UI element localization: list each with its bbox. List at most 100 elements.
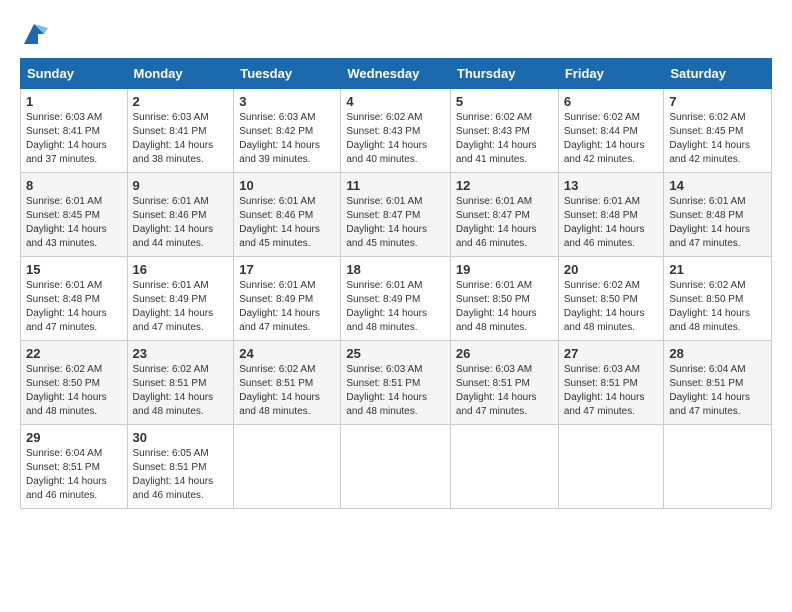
day-info: Sunrise: 6:02 AMSunset: 8:43 PMDaylight:…	[346, 111, 445, 167]
table-row	[234, 425, 341, 509]
day-number: 26	[456, 346, 553, 361]
day-number: 23	[133, 346, 229, 361]
day-info: Sunrise: 6:01 AMSunset: 8:47 PMDaylight:…	[456, 195, 553, 251]
day-info: Sunrise: 6:03 AMSunset: 8:51 PMDaylight:…	[564, 363, 659, 419]
table-row	[341, 425, 451, 509]
table-row: 17 Sunrise: 6:01 AMSunset: 8:49 PMDayligh…	[234, 257, 341, 341]
table-row: 21 Sunrise: 6:02 AMSunset: 8:50 PMDayligh…	[664, 257, 772, 341]
table-row: 28 Sunrise: 6:04 AMSunset: 8:51 PMDayligh…	[664, 341, 772, 425]
calendar-row: 8 Sunrise: 6:01 AMSunset: 8:45 PMDaylight…	[21, 173, 772, 257]
table-row: 10 Sunrise: 6:01 AMSunset: 8:46 PMDayligh…	[234, 173, 341, 257]
day-number: 8	[26, 178, 122, 193]
table-row: 8 Sunrise: 6:01 AMSunset: 8:45 PMDaylight…	[21, 173, 128, 257]
table-row: 23Sunrise: 6:02 AMSunset: 8:51 PMDayligh…	[127, 341, 234, 425]
table-row: 24Sunrise: 6:02 AMSunset: 8:51 PMDayligh…	[234, 341, 341, 425]
day-info: Sunrise: 6:03 AMSunset: 8:42 PMDaylight:…	[239, 111, 335, 167]
table-row: 11 Sunrise: 6:01 AMSunset: 8:47 PMDayligh…	[341, 173, 451, 257]
day-number: 9	[133, 178, 229, 193]
day-info: Sunrise: 6:05 AMSunset: 8:51 PMDaylight:…	[133, 447, 229, 503]
day-info: Sunrise: 6:01 AMSunset: 8:46 PMDaylight:…	[239, 195, 335, 251]
calendar-row: 22Sunrise: 6:02 AMSunset: 8:50 PMDayligh…	[21, 341, 772, 425]
day-info: Sunrise: 6:01 AMSunset: 8:49 PMDaylight:…	[239, 279, 335, 335]
col-friday: Friday	[558, 59, 664, 89]
day-info: Sunrise: 6:02 AMSunset: 8:51 PMDaylight:…	[239, 363, 335, 419]
day-number: 2	[133, 94, 229, 109]
table-row	[558, 425, 664, 509]
col-wednesday: Wednesday	[341, 59, 451, 89]
col-thursday: Thursday	[450, 59, 558, 89]
day-number: 19	[456, 262, 553, 277]
table-row: 26 Sunrise: 6:03 AMSunset: 8:51 PMDayligh…	[450, 341, 558, 425]
day-number: 17	[239, 262, 335, 277]
day-info: Sunrise: 6:01 AMSunset: 8:49 PMDaylight:…	[346, 279, 445, 335]
day-number: 15	[26, 262, 122, 277]
table-row: 3 Sunrise: 6:03 AMSunset: 8:42 PMDaylight…	[234, 89, 341, 173]
calendar-table: Sunday Monday Tuesday Wednesday Thursday…	[20, 58, 772, 509]
day-info: Sunrise: 6:01 AMSunset: 8:50 PMDaylight:…	[456, 279, 553, 335]
table-row: 15 Sunrise: 6:01 AMSunset: 8:48 PMDayligh…	[21, 257, 128, 341]
day-info: Sunrise: 6:02 AMSunset: 8:45 PMDaylight:…	[669, 111, 766, 167]
table-row: 14Sunrise: 6:01 AMSunset: 8:48 PMDayligh…	[664, 173, 772, 257]
day-info: Sunrise: 6:03 AMSunset: 8:41 PMDaylight:…	[133, 111, 229, 167]
day-info: Sunrise: 6:02 AMSunset: 8:50 PMDaylight:…	[669, 279, 766, 335]
day-number: 30	[133, 430, 229, 445]
table-row: 27Sunrise: 6:03 AMSunset: 8:51 PMDayligh…	[558, 341, 664, 425]
table-row: 4 Sunrise: 6:02 AMSunset: 8:43 PMDaylight…	[341, 89, 451, 173]
day-number: 6	[564, 94, 659, 109]
day-info: Sunrise: 6:01 AMSunset: 8:45 PMDaylight:…	[26, 195, 122, 251]
day-info: Sunrise: 6:01 AMSunset: 8:49 PMDaylight:…	[133, 279, 229, 335]
day-info: Sunrise: 6:04 AMSunset: 8:51 PMDaylight:…	[669, 363, 766, 419]
day-info: Sunrise: 6:01 AMSunset: 8:47 PMDaylight:…	[346, 195, 445, 251]
day-info: Sunrise: 6:02 AMSunset: 8:43 PMDaylight:…	[456, 111, 553, 167]
logo-icon	[20, 20, 48, 48]
col-tuesday: Tuesday	[234, 59, 341, 89]
table-row	[664, 425, 772, 509]
table-row	[450, 425, 558, 509]
table-row: 5 Sunrise: 6:02 AMSunset: 8:43 PMDaylight…	[450, 89, 558, 173]
day-number: 20	[564, 262, 659, 277]
day-number: 21	[669, 262, 766, 277]
day-info: Sunrise: 6:03 AMSunset: 8:51 PMDaylight:…	[346, 363, 445, 419]
table-row: 30 Sunrise: 6:05 AMSunset: 8:51 PMDayligh…	[127, 425, 234, 509]
table-row: 6Sunrise: 6:02 AMSunset: 8:44 PMDaylight…	[558, 89, 664, 173]
table-row: 25 Sunrise: 6:03 AMSunset: 8:51 PMDayligh…	[341, 341, 451, 425]
day-info: Sunrise: 6:02 AMSunset: 8:50 PMDaylight:…	[564, 279, 659, 335]
day-info: Sunrise: 6:01 AMSunset: 8:48 PMDaylight:…	[564, 195, 659, 251]
logo	[20, 20, 52, 48]
table-row: 2 Sunrise: 6:03 AMSunset: 8:41 PMDaylight…	[127, 89, 234, 173]
day-number: 18	[346, 262, 445, 277]
table-row: 16 Sunrise: 6:01 AMSunset: 8:49 PMDayligh…	[127, 257, 234, 341]
day-number: 28	[669, 346, 766, 361]
day-number: 13	[564, 178, 659, 193]
day-number: 10	[239, 178, 335, 193]
day-number: 4	[346, 94, 445, 109]
day-number: 16	[133, 262, 229, 277]
day-number: 25	[346, 346, 445, 361]
col-monday: Monday	[127, 59, 234, 89]
day-number: 11	[346, 178, 445, 193]
day-info: Sunrise: 6:01 AMSunset: 8:48 PMDaylight:…	[26, 279, 122, 335]
day-number: 3	[239, 94, 335, 109]
calendar-row: 29Sunrise: 6:04 AMSunset: 8:51 PMDayligh…	[21, 425, 772, 509]
day-number: 1	[26, 94, 122, 109]
day-number: 14	[669, 178, 766, 193]
day-number: 7	[669, 94, 766, 109]
calendar-header-row: Sunday Monday Tuesday Wednesday Thursday…	[21, 59, 772, 89]
day-number: 5	[456, 94, 553, 109]
table-row: 19 Sunrise: 6:01 AMSunset: 8:50 PMDayligh…	[450, 257, 558, 341]
day-info: Sunrise: 6:03 AMSunset: 8:51 PMDaylight:…	[456, 363, 553, 419]
table-row: 13 Sunrise: 6:01 AMSunset: 8:48 PMDayligh…	[558, 173, 664, 257]
table-row: 9 Sunrise: 6:01 AMSunset: 8:46 PMDaylight…	[127, 173, 234, 257]
table-row: 7 Sunrise: 6:02 AMSunset: 8:45 PMDaylight…	[664, 89, 772, 173]
table-row: 12 Sunrise: 6:01 AMSunset: 8:47 PMDayligh…	[450, 173, 558, 257]
table-row: 18 Sunrise: 6:01 AMSunset: 8:49 PMDayligh…	[341, 257, 451, 341]
day-info: Sunrise: 6:03 AMSunset: 8:41 PMDaylight:…	[26, 111, 122, 167]
table-row: 20 Sunrise: 6:02 AMSunset: 8:50 PMDayligh…	[558, 257, 664, 341]
day-number: 29	[26, 430, 122, 445]
col-saturday: Saturday	[664, 59, 772, 89]
page-header	[20, 20, 772, 48]
day-number: 12	[456, 178, 553, 193]
day-info: Sunrise: 6:01 AMSunset: 8:46 PMDaylight:…	[133, 195, 229, 251]
table-row: 29Sunrise: 6:04 AMSunset: 8:51 PMDayligh…	[21, 425, 128, 509]
table-row: 1 Sunrise: 6:03 AMSunset: 8:41 PMDaylight…	[21, 89, 128, 173]
